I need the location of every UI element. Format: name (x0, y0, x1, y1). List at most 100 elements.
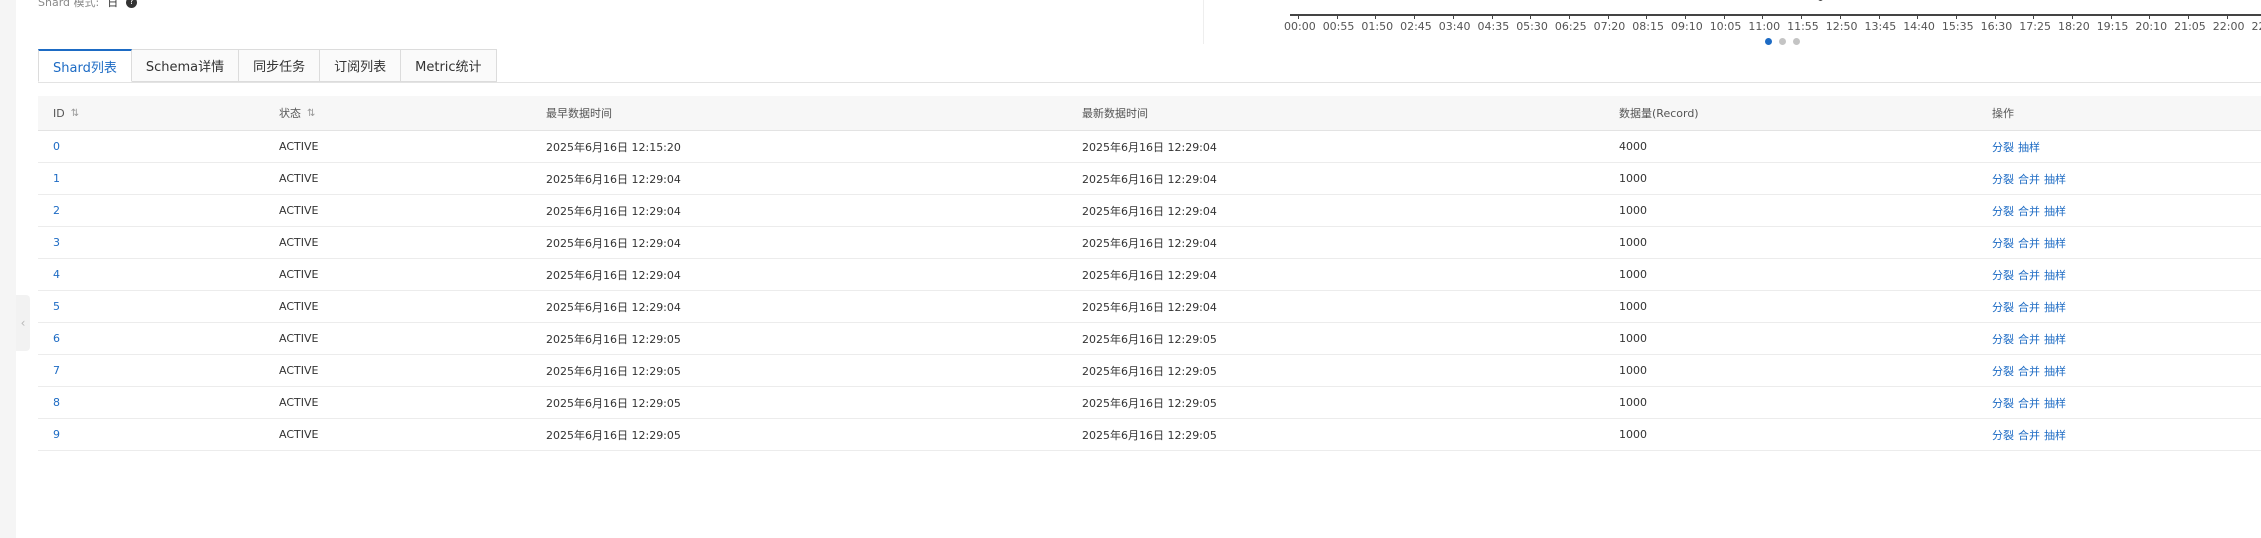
chart-x-tick-label: 11:55 (1787, 20, 1819, 33)
split-link[interactable]: 分裂 (1992, 235, 2014, 251)
shard-id-link[interactable]: 8 (53, 396, 60, 409)
tab-4[interactable]: Metric统计 (401, 49, 497, 82)
sample-link[interactable]: 抽样 (2044, 171, 2066, 187)
merge-link[interactable]: 合并 (2018, 267, 2040, 283)
chart-x-axis (1290, 14, 2261, 16)
col-count: 数据量(Record) (1619, 107, 1699, 120)
table-row: 6 ACTIVE 2025年6月16日 12:29:05 2025年6月16日 12:… (38, 323, 2261, 355)
record-count: 1000 (1619, 204, 1647, 217)
shard-status: ACTIVE (279, 396, 319, 409)
record-count: 1000 (1619, 428, 1647, 441)
row-actions: 分裂 抽样 (1992, 131, 2044, 162)
row-actions: 分裂 合并 抽样 (1992, 259, 2070, 290)
sample-link[interactable]: 抽样 (2044, 331, 2066, 347)
col-id[interactable]: ID ⇅ (53, 96, 79, 130)
shard-id-link[interactable]: 2 (53, 204, 60, 217)
pager-dot-1[interactable] (1765, 38, 1772, 45)
row-actions: 分裂 合并 抽样 (1992, 195, 2070, 226)
chart-x-tick-label: 18:20 (2058, 20, 2090, 33)
split-link[interactable]: 分裂 (1992, 427, 2014, 443)
chart-x-tick-label: 21:05 (2174, 20, 2206, 33)
merge-link[interactable]: 合并 (2018, 427, 2040, 443)
shard-id-link[interactable]: 3 (53, 236, 60, 249)
sample-link[interactable]: 抽样 (2018, 139, 2040, 155)
tab-0[interactable]: Shard列表 (38, 49, 132, 82)
latest-time: 2025年6月16日 12:29:05 (1082, 332, 1217, 346)
chart-x-tick-mark (1955, 15, 1957, 19)
earliest-time: 2025年6月16日 12:29:05 (546, 428, 681, 442)
chart-x-tick-mark (1491, 15, 1493, 19)
earliest-time: 2025年6月16日 12:29:04 (546, 236, 681, 250)
shard-status: ACTIVE (279, 268, 319, 281)
shard-id-link[interactable]: 1 (53, 172, 60, 185)
merge-link[interactable]: 合并 (2018, 203, 2040, 219)
shard-id-link[interactable]: 5 (53, 300, 60, 313)
latest-time: 2025年6月16日 12:29:04 (1082, 236, 1217, 250)
merge-link[interactable]: 合并 (2018, 363, 2040, 379)
pager-dot-3[interactable] (1793, 38, 1800, 45)
chart-x-tick-mark (1878, 15, 1880, 19)
shard-id-link[interactable]: 7 (53, 364, 60, 377)
sort-icon[interactable]: ⇅ (71, 108, 79, 119)
chart-x-tick-mark (1414, 15, 1416, 19)
chart-x-tick-label: 01:50 (1361, 20, 1394, 33)
merge-link[interactable]: 合并 (2018, 171, 2040, 187)
chart-x-tick-label: 03:40 (1438, 20, 1471, 33)
shard-mode-info: Shard 模式: 日 ? (38, 0, 138, 10)
latest-time: 2025年6月16日 12:29:04 (1082, 172, 1217, 186)
row-actions: 分裂 合并 抽样 (1992, 419, 2070, 450)
record-count: 1000 (1619, 332, 1647, 345)
shard-status: ACTIVE (279, 204, 319, 217)
split-link[interactable]: 分裂 (1992, 203, 2014, 219)
chart-x-tick-label: 09:10 (1671, 20, 1703, 33)
chart-x-tick-label: 12:50 (1825, 20, 1858, 33)
col-status[interactable]: 状态 ⇅ (279, 96, 315, 130)
merge-link[interactable]: 合并 (2018, 235, 2040, 251)
chart-x-tick-mark (1530, 15, 1532, 19)
split-link[interactable]: 分裂 (1992, 171, 2014, 187)
sample-link[interactable]: 抽样 (2044, 427, 2066, 443)
merge-link[interactable]: 合并 (2018, 299, 2040, 315)
merge-link[interactable]: 合并 (2018, 331, 2040, 347)
chart-x-tick-mark (1917, 15, 1919, 19)
sample-link[interactable]: 抽样 (2044, 299, 2066, 315)
earliest-time: 2025年6月16日 12:29:05 (546, 364, 681, 378)
chart-x-tick-mark (1685, 15, 1686, 19)
help-icon[interactable]: ? (126, 0, 138, 8)
chart-x-tick-mark (1568, 15, 1570, 19)
split-link[interactable]: 分裂 (1992, 267, 2014, 283)
sample-link[interactable]: 抽样 (2044, 235, 2066, 251)
shard-id-link[interactable]: 4 (53, 268, 60, 281)
sample-link[interactable]: 抽样 (2044, 395, 2066, 411)
tab-1[interactable]: Schema详情 (131, 49, 240, 82)
shard-id-link[interactable]: 9 (53, 428, 60, 441)
record-count: 1000 (1619, 300, 1647, 313)
pager-dot-2[interactable] (1779, 38, 1786, 45)
split-link[interactable]: 分裂 (1992, 395, 2014, 411)
sample-link[interactable]: 抽样 (2044, 267, 2066, 283)
shard-id-link[interactable]: 6 (53, 332, 60, 345)
earliest-time: 2025年6月16日 12:15:20 (546, 140, 681, 154)
shard-id-link[interactable]: 0 (53, 140, 60, 153)
split-link[interactable]: 分裂 (1992, 299, 2014, 315)
sort-icon[interactable]: ⇅ (307, 108, 315, 119)
chart-x-tick-mark (1646, 15, 1648, 19)
row-actions: 分裂 合并 抽样 (1992, 291, 2070, 322)
sidebar-collapse-handle[interactable]: ‹ (16, 295, 30, 351)
sample-link[interactable]: 抽样 (2044, 203, 2066, 219)
chart-x-tick-label: 00:00 (1284, 20, 1316, 33)
merge-link[interactable]: 合并 (2018, 395, 2040, 411)
split-link[interactable]: 分裂 (1992, 363, 2014, 379)
table-row: 4 ACTIVE 2025年6月16日 12:29:04 2025年6月16日 12:… (38, 259, 2261, 291)
split-link[interactable]: 分裂 (1992, 139, 2014, 155)
tabs-underline (38, 82, 2261, 83)
latest-time: 2025年6月16日 12:29:04 (1082, 268, 1217, 282)
table-row: 2 ACTIVE 2025年6月16日 12:29:04 2025年6月16日 12:… (38, 195, 2261, 227)
tab-3[interactable]: 订阅列表 (320, 49, 402, 82)
table-row: 9 ACTIVE 2025年6月16日 12:29:05 2025年6月16日 12:… (38, 419, 2261, 451)
split-link[interactable]: 分裂 (1992, 331, 2014, 347)
sample-link[interactable]: 抽样 (2044, 363, 2066, 379)
tab-2[interactable]: 同步任务 (239, 49, 321, 82)
shard-status: ACTIVE (279, 236, 319, 249)
latest-time: 2025年6月16日 12:29:04 (1082, 204, 1217, 218)
